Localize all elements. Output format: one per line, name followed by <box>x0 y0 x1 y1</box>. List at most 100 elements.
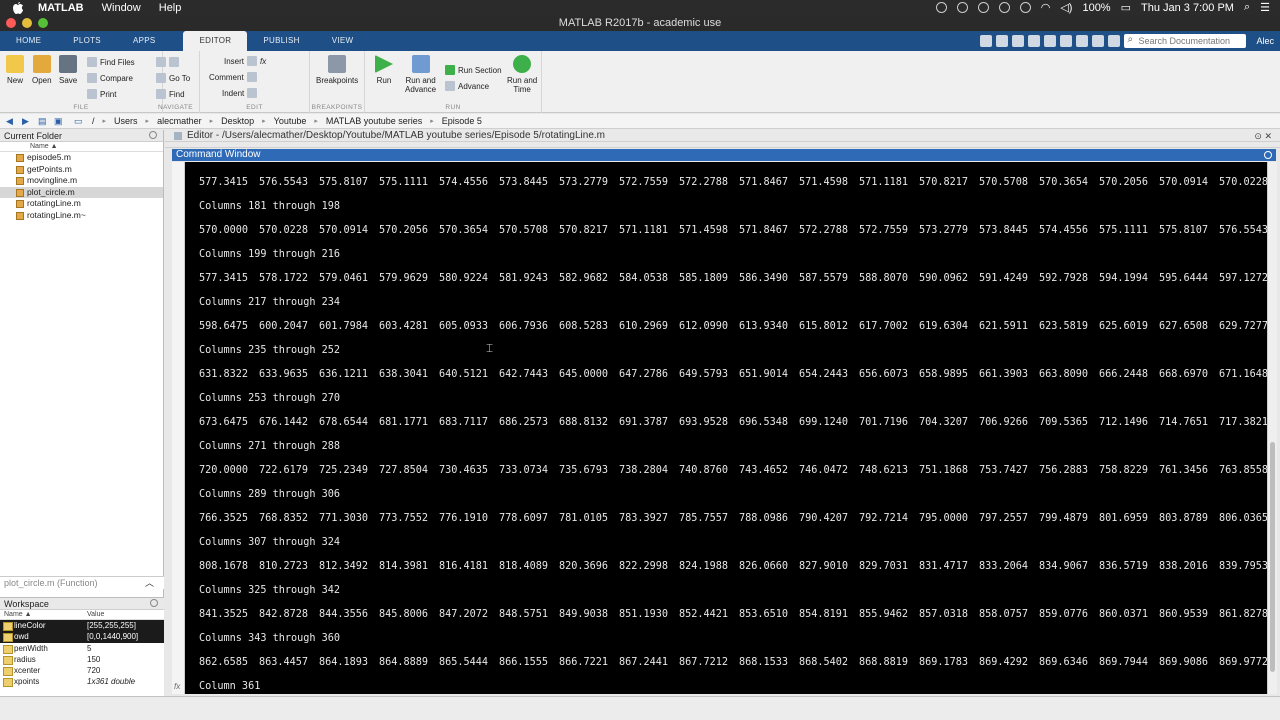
run-section-button[interactable]: Run Section <box>445 65 502 75</box>
breadcrumb-item[interactable]: Youtube <box>274 116 307 126</box>
file-item[interactable]: getPoints.m <box>0 164 163 176</box>
breadcrumb-item[interactable]: Desktop <box>221 116 254 126</box>
save-button[interactable]: Save <box>59 55 77 85</box>
apple-icon[interactable] <box>12 1 24 14</box>
breakpoints-button[interactable]: Breakpoints <box>316 55 358 85</box>
fx-icon[interactable]: fx <box>260 57 266 66</box>
zoom-window-button[interactable] <box>38 18 48 28</box>
paste-icon[interactable] <box>1044 35 1057 47</box>
comment-button[interactable]: Comment <box>209 72 257 82</box>
battery-percent[interactable]: 100% <box>1082 2 1110 14</box>
back-forward-buttons[interactable] <box>156 57 179 67</box>
details-panel[interactable]: plot_circle.m (Function) ︿ <box>0 576 164 589</box>
breadcrumb-item[interactable]: Episode 5 <box>442 116 482 126</box>
file-item[interactable]: rotatingLine.m <box>0 198 163 210</box>
find-files-button[interactable]: Find Files <box>87 57 135 67</box>
wifi-icon[interactable]: ◠ <box>1041 1 1051 14</box>
clock[interactable]: Thu Jan 3 7:00 PM <box>1141 2 1234 14</box>
workspace-variable-row[interactable]: lineColor [255,255,255] <box>0 620 164 632</box>
status-icon[interactable] <box>998 2 1010 13</box>
tab-view[interactable]: VIEW <box>316 31 370 51</box>
search-documentation-input[interactable]: Search Documentation <box>1124 33 1247 48</box>
name-column-header[interactable]: Name ▲ <box>0 610 87 619</box>
value-column-header[interactable]: Value <box>87 610 104 619</box>
file-item[interactable]: episode5.m <box>0 152 163 164</box>
tab-editor[interactable]: EDITOR <box>183 31 248 51</box>
notification-center-icon[interactable]: ☰ <box>1260 1 1270 14</box>
workspace-variable-row[interactable]: xpoints 1x361 double <box>0 676 164 688</box>
breadcrumb-item[interactable]: Users <box>114 116 138 126</box>
undo-icon[interactable] <box>1060 35 1073 47</box>
run-and-time-button[interactable]: Run and Time <box>507 55 537 94</box>
tab-apps[interactable]: APPS <box>117 31 172 51</box>
close-window-button[interactable] <box>6 18 16 28</box>
menu-window[interactable]: Window <box>102 2 141 14</box>
user-menu[interactable]: Alec <box>1256 36 1274 46</box>
output-value: 647.2786 <box>619 369 669 380</box>
quick-access-icon[interactable] <box>980 35 993 47</box>
status-icon[interactable] <box>935 2 947 13</box>
forward-icon[interactable]: ▶ <box>22 116 32 126</box>
volume-icon[interactable]: ◁) <box>1060 1 1072 14</box>
up-folder-icon[interactable]: ▤ <box>38 116 48 126</box>
save-icon[interactable] <box>996 35 1009 47</box>
status-icon[interactable] <box>956 2 968 13</box>
file-item[interactable]: plot_circle.m <box>0 186 163 198</box>
goto-button[interactable]: Go To <box>156 73 190 83</box>
editor-window-buttons[interactable]: ⊙ ✕ <box>1254 130 1272 142</box>
advance-button[interactable]: Advance <box>445 81 489 91</box>
indent-button[interactable]: Indent <box>222 88 258 98</box>
new-button[interactable]: New <box>6 55 24 85</box>
workspace-variable-row[interactable]: radius 150 <box>0 654 164 666</box>
insert-button[interactable]: Insert fx <box>224 56 266 66</box>
open-button[interactable]: Open <box>32 55 52 85</box>
compare-button[interactable]: Compare <box>87 73 133 83</box>
file-item[interactable]: rotatingLine.m~ <box>0 210 163 222</box>
status-icon[interactable] <box>977 2 989 13</box>
cut-icon[interactable] <box>1012 35 1025 47</box>
spotlight-icon[interactable]: ⌕ <box>1244 1 1250 14</box>
tab-publish[interactable]: PUBLISH <box>247 31 315 51</box>
status-icon[interactable] <box>1019 2 1031 13</box>
workspace-variable-row[interactable]: penWidth 5 <box>0 643 164 654</box>
file-item[interactable]: movingline.m <box>0 175 163 187</box>
redo-icon[interactable] <box>1076 35 1089 47</box>
output-value: 625.6019 <box>1099 321 1149 332</box>
minimize-window-button[interactable] <box>22 18 32 28</box>
help-icon[interactable] <box>1108 35 1121 47</box>
workspace-variable-row[interactable]: owd [0,0,1440,900] <box>0 631 164 643</box>
output-value: 869.1783 <box>919 657 969 668</box>
menu-help[interactable]: Help <box>159 2 182 14</box>
name-column-header[interactable]: Name ▲ <box>0 142 163 152</box>
breadcrumb-item[interactable]: alecmather <box>157 116 202 126</box>
fx-prompt-icon[interactable]: fx <box>174 682 180 691</box>
output-value: 619.6304 <box>919 321 969 332</box>
current-folder-address-bar[interactable]: ◀ ▶ ▤ ▣ ▭ / ▸ Users ▸ alecmather ▸ Deskt… <box>0 114 1280 129</box>
switch-windows-icon[interactable] <box>1092 35 1105 47</box>
chevron-up-icon[interactable]: ︿ <box>145 577 154 590</box>
panel-actions-icon[interactable] <box>1264 151 1272 159</box>
menu-app-name[interactable]: MATLAB <box>38 2 84 14</box>
copy-icon[interactable] <box>1028 35 1041 47</box>
workspace-variable-row[interactable]: xcenter 720 <box>0 665 164 677</box>
output-value: 869.4292 <box>979 657 1029 668</box>
find-button[interactable]: Find <box>156 89 185 99</box>
browse-folder-icon[interactable]: ▣ <box>54 116 64 126</box>
tab-home[interactable]: HOME <box>0 31 57 51</box>
breadcrumb-item[interactable]: MATLAB youtube series <box>326 116 422 126</box>
run-button[interactable]: Run <box>375 55 393 85</box>
breadcrumb-root[interactable]: / <box>92 116 95 126</box>
edit-group-label: EDIT <box>246 104 263 111</box>
command-scrollbar[interactable] <box>1267 162 1277 694</box>
panel-actions-icon[interactable] <box>150 599 158 607</box>
run-and-advance-button[interactable]: Run and Advance <box>405 55 436 94</box>
panel-actions-icon[interactable] <box>149 131 157 139</box>
print-button[interactable]: Print <box>87 89 116 99</box>
scrollbar-thumb[interactable] <box>1270 442 1275 672</box>
command-window-output[interactable]: 577.3415 576.5543 575.8107 575.1111 574.4556… <box>185 162 1267 694</box>
tab-plots[interactable]: PLOTS <box>57 31 117 51</box>
output-value: 577.3415 <box>199 177 249 188</box>
back-icon[interactable]: ◀ <box>6 116 16 126</box>
columns-header: Columns 253 through 270 <box>199 393 341 404</box>
editor-titlebar[interactable]: Editor - /Users/alecmather/Desktop/Youtu… <box>165 130 1280 142</box>
